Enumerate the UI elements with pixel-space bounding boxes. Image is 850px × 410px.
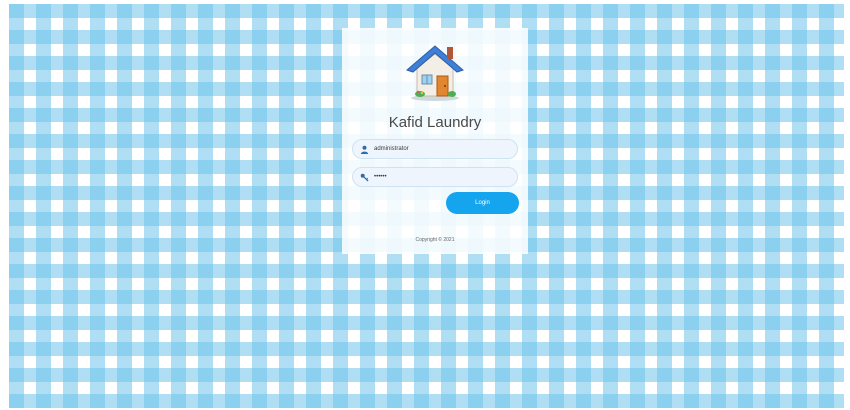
key-icon (360, 173, 369, 182)
username-value: administrator (374, 146, 409, 152)
login-button[interactable]: Login (446, 192, 519, 214)
house-icon (406, 45, 464, 101)
user-icon (360, 145, 369, 154)
copyright-text: Copyright © 2021 (415, 237, 455, 243)
password-field[interactable]: •••••• (352, 167, 518, 187)
password-value: •••••• (374, 174, 387, 180)
username-field[interactable]: administrator (352, 139, 518, 159)
app-title: Kafid Laundry (388, 114, 482, 131)
login-card: Kafid Laundry administrator •••••• Login… (342, 28, 528, 254)
